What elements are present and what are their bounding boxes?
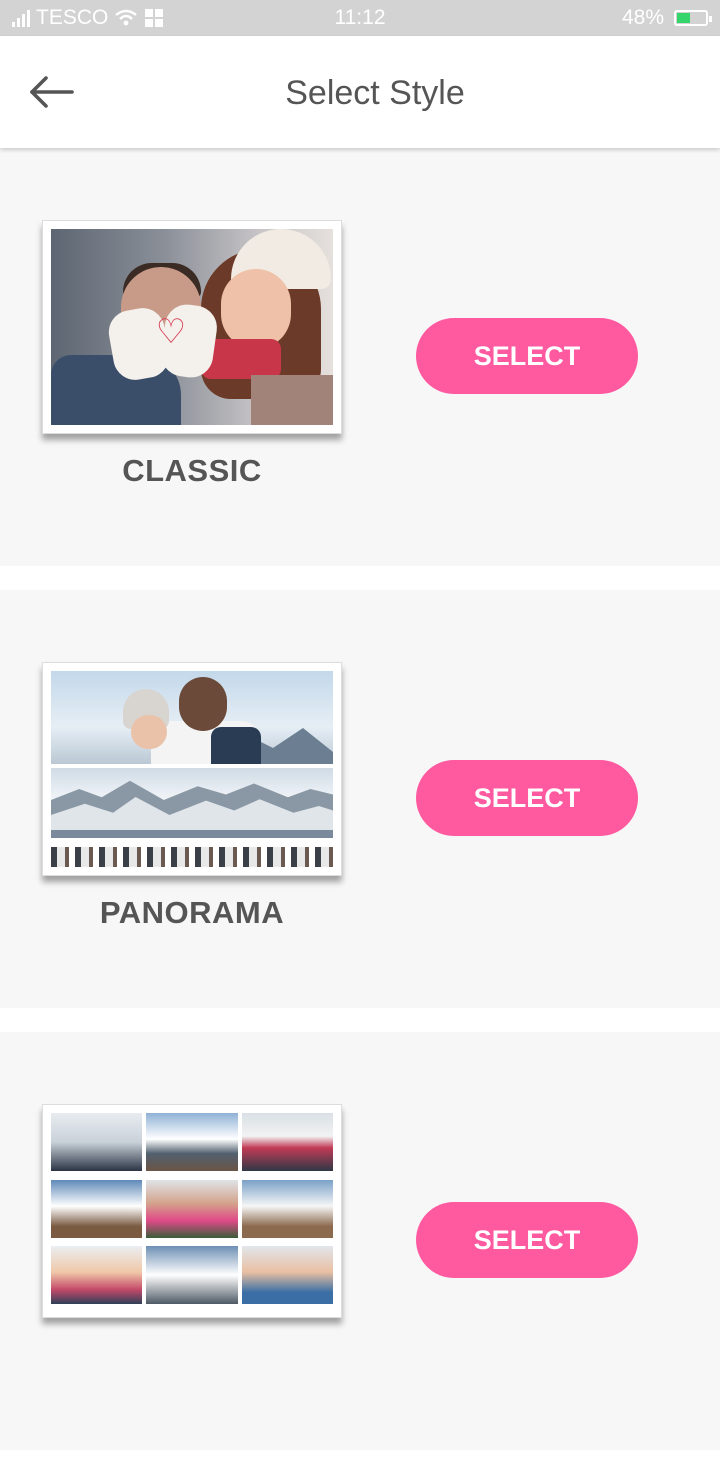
battery-fill [677, 13, 690, 23]
status-time: 11:12 [334, 6, 386, 29]
panorama-thumbnail [42, 662, 342, 876]
style-card-panorama: PANORAMA SELECT [0, 590, 720, 1008]
panorama-mountain-photo [51, 671, 333, 867]
couple-winter-photo: ♡ [51, 229, 333, 425]
classic-thumbnail: ♡ [42, 220, 342, 434]
battery-icon [674, 10, 712, 26]
style-card-grid: SELECT [0, 1032, 720, 1450]
page-title: Select Style [285, 74, 465, 112]
select-grid-button[interactable]: SELECT [416, 1202, 638, 1278]
status-bar: TESCO 11:12 48% [0, 0, 720, 36]
status-right: 48% [621, 6, 712, 30]
style-list: ♡ CLASSIC SELECT PANORAMA SELECT SELECT [0, 148, 720, 1474]
battery-percent: 48% [621, 6, 664, 29]
select-classic-button[interactable]: SELECT [416, 318, 638, 394]
grid-thumbnail [42, 1104, 342, 1318]
style-card-classic: ♡ CLASSIC SELECT [0, 148, 720, 566]
app-bar: Select Style [0, 36, 720, 148]
style-name-panorama: PANORAMA [99, 895, 285, 930]
style-name-classic: CLASSIC [122, 453, 262, 488]
select-panorama-button[interactable]: SELECT [416, 760, 638, 836]
